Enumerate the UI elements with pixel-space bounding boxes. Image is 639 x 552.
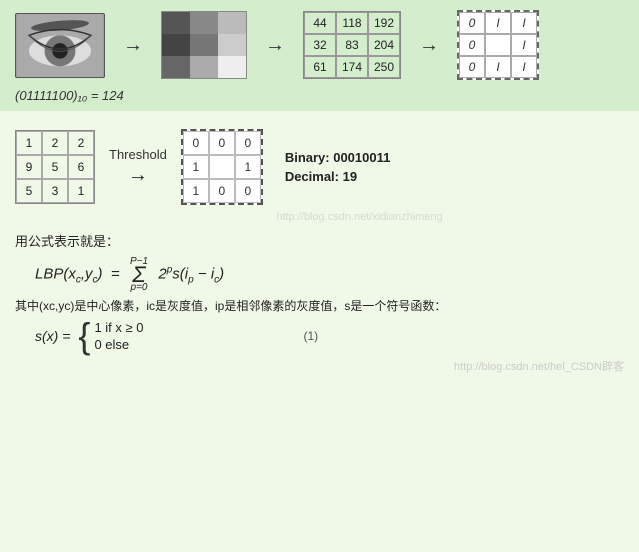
pixel-cell [218, 12, 246, 34]
binary-cell: I [485, 12, 511, 34]
lbp-output-cell: 0 [183, 131, 209, 155]
value-cell: 204 [368, 34, 400, 56]
pixel-cell [162, 34, 190, 56]
formula-section: 用公式表示就是： LBP(xc,yc) = P−1 Σ p=0 2ps(ip −… [15, 231, 624, 354]
case-2: 0 else [94, 337, 143, 352]
value-cell: 118 [336, 12, 368, 34]
lbp-output-cell [209, 155, 235, 179]
arrow-1: → [123, 34, 143, 57]
lbp-output-cell: 0 [235, 179, 261, 203]
lbp-input-cell: 5 [42, 155, 68, 179]
watermark-2: http://blog.csdn.net/hel_CSDN辟客 [15, 358, 624, 374]
lbp-input-cell: 2 [68, 131, 94, 155]
lbp-input-cell: 3 [42, 179, 68, 203]
lbp-output-cell: 0 [235, 131, 261, 155]
formula-intro: 用公式表示就是： [15, 231, 624, 250]
equation-line: (01111100)₁₀ = 124 [15, 88, 624, 103]
lbp-input-grid: 1 2 2 9 5 6 5 3 1 [15, 130, 95, 204]
lbp-output-grid: 0 0 0 1 1 1 0 0 [181, 129, 263, 205]
lbp-output-cell: 0 [209, 179, 235, 203]
lbp-input-cell: 1 [68, 179, 94, 203]
piecewise-left: s(x) = [35, 328, 70, 344]
pixel-cell [218, 56, 246, 78]
value-cell: 32 [304, 34, 336, 56]
lbp-output-cell: 1 [183, 179, 209, 203]
pixel-cell [162, 56, 190, 78]
pixel-cell [190, 34, 218, 56]
threshold-label: Threshold [109, 147, 167, 162]
decimal-result: Decimal: 19 [285, 169, 391, 184]
bottom-section: 1 2 2 9 5 6 5 3 1 Threshold → 0 0 0 1 1 … [0, 111, 639, 384]
arrow-3: → [419, 34, 439, 57]
pixel-cell [190, 56, 218, 78]
pixel-grid [161, 11, 247, 79]
binary-cell: I [511, 56, 537, 78]
binary-cell: I [485, 56, 511, 78]
binary-cell [485, 34, 511, 56]
binary-cell: I [511, 12, 537, 34]
equation-number: (1) [303, 329, 318, 343]
top-section: → → 44 118 192 32 83 204 61 174 250 → [0, 0, 639, 111]
value-cell: 61 [304, 56, 336, 78]
binary-cell: 0 [459, 56, 485, 78]
binary-cell: 0 [459, 34, 485, 56]
value-grid: 44 118 192 32 83 204 61 174 250 [303, 11, 401, 79]
lbp-input-cell: 6 [68, 155, 94, 179]
top-row: → → 44 118 192 32 83 204 61 174 250 → [15, 10, 624, 80]
value-cell: 44 [304, 12, 336, 34]
lbp-input-cell: 1 [16, 131, 42, 155]
value-cell: 192 [368, 12, 400, 34]
piecewise-function: s(x) = { 1 if x ≥ 0 0 else (1) [35, 318, 624, 354]
case-1: 1 if x ≥ 0 [94, 320, 143, 335]
pixel-cell [218, 34, 246, 56]
binary-decimal-result: Binary: 00010011 Decimal: 19 [285, 150, 391, 184]
piecewise-brace: { [78, 318, 90, 354]
lbp-output-cell: 1 [235, 155, 261, 179]
binary-cell: I [511, 34, 537, 56]
eye-image [15, 13, 105, 78]
value-cell: 174 [336, 56, 368, 78]
lbp-formula: LBP(xc,yc) = P−1 Σ p=0 2ps(ip − ic) [35, 256, 624, 293]
binary-output-grid: 0 I I 0 I 0 I I [457, 10, 539, 80]
value-cell: 83 [336, 34, 368, 56]
formula-desc: 其中(xc,yc)是中心像素，ic是灰度值，ip是相邻像素的灰度值，s是一个符号… [15, 297, 624, 314]
lbp-input-cell: 9 [16, 155, 42, 179]
binary-result: Binary: 00010011 [285, 150, 391, 165]
threshold-arrow: → [128, 164, 148, 187]
lbp-input-cell: 2 [42, 131, 68, 155]
pixel-cell [190, 12, 218, 34]
watermark-1: http://blog.csdn.net/xidianzhimeng [95, 211, 624, 223]
lbp-input-cell: 5 [16, 179, 42, 203]
lbp-diagram: 1 2 2 9 5 6 5 3 1 Threshold → 0 0 0 1 1 … [15, 129, 624, 205]
value-cell: 250 [368, 56, 400, 78]
piecewise-cases: 1 if x ≥ 0 0 else [94, 320, 143, 352]
binary-cell: 0 [459, 12, 485, 34]
arrow-2: → [265, 34, 285, 57]
lbp-output-cell: 0 [209, 131, 235, 155]
lbp-output-cell: 1 [183, 155, 209, 179]
pixel-cell [162, 12, 190, 34]
